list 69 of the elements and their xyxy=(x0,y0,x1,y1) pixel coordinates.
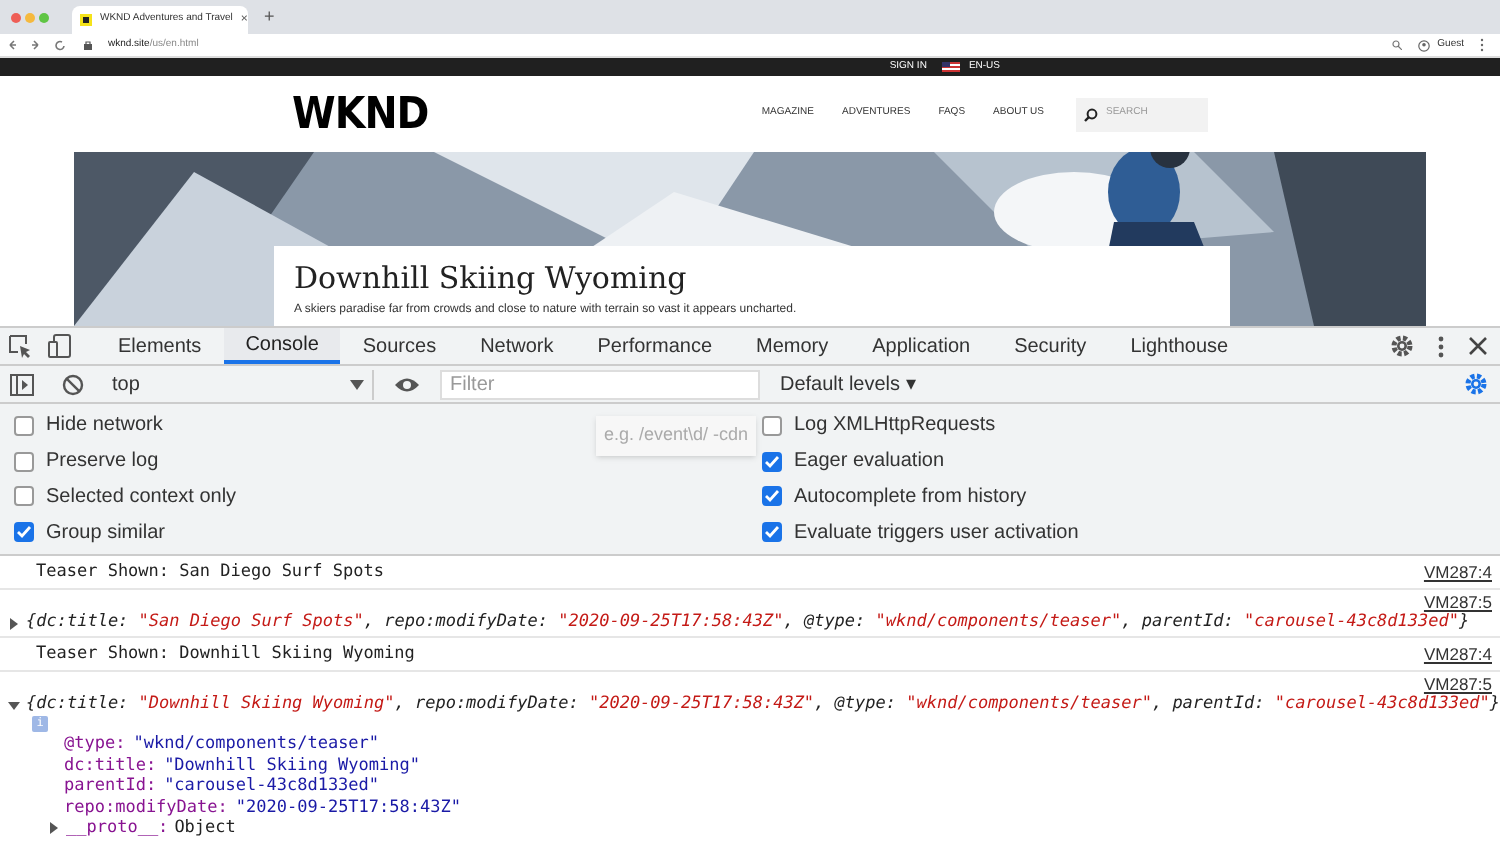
object-summary[interactable]: {dc:title: "San Diego Surf Spots", repo:modifyDate: "2020-09-25T17:58:43Z", @type: "wknd/components/teaser", parentId: "carousel-43c8d133ed"} xyxy=(26,612,1470,634)
checkbox[interactable] xyxy=(762,486,782,507)
checkbox[interactable] xyxy=(14,486,34,507)
object-summary[interactable]: {dc:title: "Downhill Skiing Wyoming", repo:modifyDate: "2020-09-25T17:58:43Z", @type: "wknd/components/teaser", parentId: "carousel-43c8d133ed"} xyxy=(26,694,1500,716)
checkbox[interactable] xyxy=(762,451,782,472)
checkbox-label: Hide network xyxy=(46,412,163,441)
filter-hint-tooltip: e.g. /event\d/ -cdn xyxy=(596,416,757,455)
collapsed-arrow-icon[interactable] xyxy=(8,617,20,629)
checkbox-label: Autocomplete from history xyxy=(794,483,1027,512)
checkbox-label: Evaluate triggers user activation xyxy=(794,519,1079,548)
source-link[interactable]: VM287:4 xyxy=(1423,562,1492,582)
lock-icon xyxy=(84,40,92,50)
flag-icon xyxy=(942,62,961,72)
checkbox-label: Preserve log xyxy=(46,448,159,477)
site-logo[interactable]: WKND xyxy=(292,81,715,147)
property-value: "2020-09-25T17:58:43Z" xyxy=(235,797,461,818)
sidebar-icon[interactable] xyxy=(10,373,34,395)
checkbox-label: Eager evaluation xyxy=(794,448,945,477)
source-link[interactable]: VM287:4 xyxy=(1423,644,1492,664)
checkbox[interactable] xyxy=(762,522,782,543)
property-value: "wknd/components/teaser" xyxy=(133,734,380,755)
devtools-tab[interactable]: Elements xyxy=(96,328,224,364)
source-link[interactable]: VM287:5 xyxy=(1423,592,1492,612)
checkbox[interactable] xyxy=(762,415,782,436)
more-icon[interactable] xyxy=(1438,335,1444,357)
checkbox-label: Group similar xyxy=(46,519,165,548)
device-icon[interactable] xyxy=(48,334,72,358)
log-message: Teaser Shown: San Diego Surf Spots xyxy=(36,559,384,585)
checkbox[interactable] xyxy=(14,522,34,543)
devtools-tab[interactable]: Network xyxy=(458,328,576,364)
devtools-tab[interactable]: Security xyxy=(992,328,1109,364)
property-key: dc:title: xyxy=(64,755,157,776)
favicon-icon xyxy=(80,14,92,26)
settings-icon[interactable] xyxy=(1390,334,1414,358)
property-key: repo:modifyDate: xyxy=(64,797,228,818)
devtools-tab[interactable]: Sources xyxy=(340,328,459,364)
close-icon[interactable] xyxy=(1468,336,1488,356)
property-value: Object xyxy=(174,818,236,839)
dropdown-icon xyxy=(350,379,364,389)
context-selector[interactable]: top xyxy=(104,369,374,399)
property-key: __proto__: xyxy=(66,818,169,839)
devtools-tab[interactable]: Performance xyxy=(575,328,735,364)
devtools-tab[interactable]: Application xyxy=(850,328,993,364)
levels-dropdown[interactable]: Default levels ▾ xyxy=(780,369,916,399)
devtools-tab[interactable]: Memory xyxy=(734,328,851,364)
devtools-tab[interactable]: Lighthouse xyxy=(1108,328,1251,364)
checkbox[interactable] xyxy=(14,415,34,436)
property-value: "carousel-43c8d133ed" xyxy=(164,776,380,797)
collapsed-arrow-icon[interactable] xyxy=(48,822,60,835)
eye-icon[interactable] xyxy=(394,375,420,393)
devtools-tab[interactable]: Console xyxy=(223,328,341,364)
log-message: Teaser Shown: Downhill Skiing Wyoming xyxy=(36,641,415,667)
teaser-title: Downhill Skiing Wyoming xyxy=(294,264,689,294)
source-link[interactable]: VM287:5 xyxy=(1423,674,1492,694)
settings-icon[interactable] xyxy=(1464,372,1488,396)
property-key: parentId: xyxy=(64,776,157,797)
navigation-drawing xyxy=(8,38,68,52)
inspect-icon[interactable] xyxy=(8,334,32,358)
expanded-arrow-icon[interactable] xyxy=(8,699,20,711)
checkbox-label: Log XMLHttpRequests xyxy=(794,412,996,441)
avatar-icon xyxy=(1417,39,1430,51)
search-icon xyxy=(1084,107,1098,121)
new-tab-button[interactable]: + xyxy=(264,3,275,31)
checkbox-label: Selected context only xyxy=(46,483,237,512)
clear-icon[interactable] xyxy=(62,373,84,395)
property-key: @type: xyxy=(64,734,126,755)
property-value: "Downhill Skiing Wyoming" xyxy=(164,755,420,776)
zoom-icon xyxy=(1391,40,1402,50)
checkbox[interactable] xyxy=(14,451,34,472)
